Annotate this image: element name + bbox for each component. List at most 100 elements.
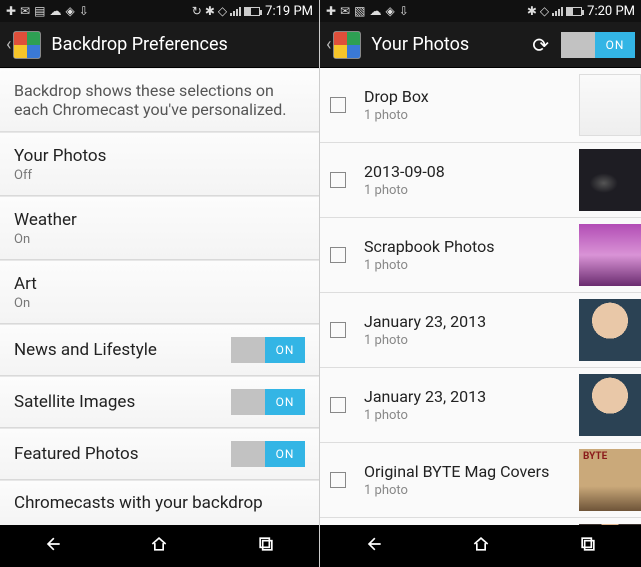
album-sub: 1 photo (364, 258, 579, 273)
album-row[interactable]: Drop Box 1 photo (320, 68, 641, 143)
status-bar: ✚ ✉ ▧ ☁ ◈ ⇩ ✱ ◇ 7:20 PM (320, 0, 641, 22)
code-icon: ▧ (354, 5, 365, 17)
tag-icon: ◈ (65, 5, 74, 17)
back-icon[interactable]: ‹ (6, 34, 11, 55)
pref-label: Weather (14, 210, 77, 230)
mail-icon: ✉ (20, 5, 30, 17)
battery-icon (244, 7, 260, 16)
toggle-switch[interactable]: ON (231, 441, 305, 467)
status-time: 7:19 PM (265, 4, 313, 19)
refresh-icon[interactable]: ⟳ (528, 29, 553, 61)
nav-back-icon[interactable] (344, 528, 404, 564)
phone-left: ✚ ✉ ▤ ☁ ◈ ⇩ ↻ ✱ ◇ 7:19 PM ‹ Backdrop Pre… (0, 0, 320, 567)
album-thumbnail (579, 374, 641, 436)
pref-label: News and Lifestyle (14, 340, 157, 360)
checkbox[interactable] (330, 97, 346, 113)
checkbox[interactable] (330, 247, 346, 263)
toggle-switch[interactable]: ON (231, 337, 305, 363)
album-thumbnail (579, 449, 641, 511)
toggle-state: ON (595, 32, 635, 58)
nav-home-icon[interactable] (129, 528, 189, 564)
nav-recent-icon[interactable] (558, 528, 618, 564)
album-sub: 1 photo (364, 483, 579, 498)
album-thumbnail (579, 149, 641, 211)
pref-chromecasts-backdrop[interactable]: Chromecasts with your backdrop (0, 480, 319, 525)
wifi-icon: ◇ (218, 5, 227, 17)
back-icon[interactable]: ‹ (326, 34, 331, 55)
description-text: Backdrop shows these selections on each … (0, 68, 319, 132)
album-sub: 1 photo (364, 333, 579, 348)
cloud-icon: ☁ (369, 5, 381, 17)
cloud-icon: ☁ (49, 5, 61, 17)
album-title: 2013-09-08 (364, 162, 579, 181)
download-icon: ⇩ (79, 5, 89, 17)
album-thumbnail (579, 299, 641, 361)
album-row[interactable]: January 23, 2013 1 photo (320, 368, 641, 443)
album-title: January 23, 2013 (364, 312, 579, 331)
vibrate-icon: ✱ (527, 5, 537, 17)
battery-icon (566, 7, 582, 16)
app-icon[interactable] (333, 31, 361, 59)
action-bar: ‹ Your Photos ⟳ ON (320, 22, 641, 68)
album-title: Scrapbook Photos (364, 237, 579, 256)
download-icon: ⇩ (399, 5, 409, 17)
album-title: January 23, 2013 (364, 387, 579, 406)
wifi-icon: ◇ (540, 5, 549, 17)
status-time: 7:20 PM (587, 4, 635, 19)
toggle-state: ON (265, 389, 305, 415)
album-thumbnail (579, 74, 641, 136)
plus-icon: ✚ (6, 5, 16, 17)
album-row[interactable]: January 23, 2013 1 photo (320, 293, 641, 368)
checkbox[interactable] (330, 322, 346, 338)
tag-icon: ◈ (385, 5, 394, 17)
master-toggle[interactable]: ON (561, 32, 635, 58)
nav-bar (320, 525, 641, 567)
album-row[interactable]: Scrapbook Photos 1 photo (320, 218, 641, 293)
vibrate-icon: ✱ (205, 5, 215, 17)
nav-back-icon[interactable] (23, 528, 83, 564)
status-bar: ✚ ✉ ▤ ☁ ◈ ⇩ ↻ ✱ ◇ 7:19 PM (0, 0, 319, 22)
toggle-state: ON (265, 441, 305, 467)
nav-home-icon[interactable] (451, 528, 511, 564)
sync-icon: ↻ (192, 5, 202, 17)
app-icon[interactable] (13, 31, 41, 59)
album-title: Drop Box (364, 87, 579, 106)
pref-sublabel: Off (14, 168, 106, 183)
album-row[interactable]: June 30, 2011 (320, 518, 641, 525)
preferences-list: Backdrop shows these selections on each … (0, 68, 319, 525)
album-row[interactable]: Original BYTE Mag Covers 1 photo (320, 443, 641, 518)
pref-art[interactable]: Art On (0, 260, 319, 324)
pref-label: Featured Photos (14, 444, 139, 464)
nav-recent-icon[interactable] (236, 528, 296, 564)
signal-icon (230, 6, 241, 16)
pref-your-photos[interactable]: Your Photos Off (0, 132, 319, 196)
page-title: Backdrop Preferences (51, 34, 313, 55)
album-title: Original BYTE Mag Covers (364, 462, 579, 481)
phone-right: ✚ ✉ ▧ ☁ ◈ ⇩ ✱ ◇ 7:20 PM ‹ Your Photos ⟳ … (320, 0, 641, 567)
album-sub: 1 photo (364, 183, 579, 198)
pref-label: Satellite Images (14, 392, 135, 412)
toggle-switch[interactable]: ON (231, 389, 305, 415)
checkbox[interactable] (330, 172, 346, 188)
album-thumbnail (579, 224, 641, 286)
album-sub: 1 photo (364, 408, 579, 423)
signal-icon (552, 6, 563, 16)
page-title: Your Photos (371, 34, 528, 55)
nav-bar (0, 525, 319, 567)
albums-list: Drop Box 1 photo 2013-09-08 1 photo Scra… (320, 68, 641, 525)
square-icon: ▤ (34, 5, 45, 17)
pref-weather[interactable]: Weather On (0, 196, 319, 260)
mail-icon: ✉ (340, 5, 350, 17)
checkbox[interactable] (330, 472, 346, 488)
pref-sublabel: On (14, 232, 77, 247)
pref-label: Chromecasts with your backdrop (14, 493, 263, 513)
pref-featured-photos[interactable]: Featured Photos ON (0, 428, 319, 480)
album-sub: 1 photo (364, 108, 579, 123)
album-row[interactable]: 2013-09-08 1 photo (320, 143, 641, 218)
pref-label: Your Photos (14, 146, 106, 166)
pref-news-lifestyle[interactable]: News and Lifestyle ON (0, 324, 319, 376)
pref-satellite-images[interactable]: Satellite Images ON (0, 376, 319, 428)
pref-label: Art (14, 274, 37, 294)
plus-icon: ✚ (326, 5, 336, 17)
checkbox[interactable] (330, 397, 346, 413)
